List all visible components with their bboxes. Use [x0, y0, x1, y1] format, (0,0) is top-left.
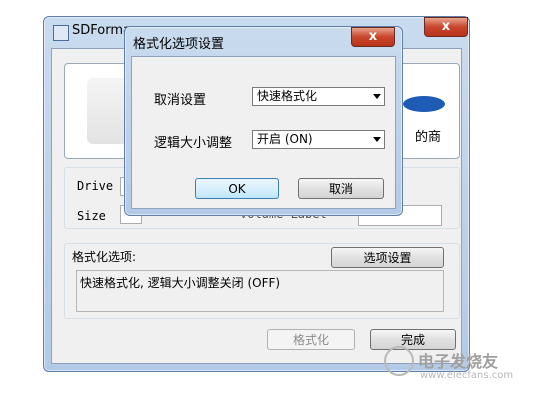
- format-options-dialog: 格式化选项设置 x 取消设置 快速格式化 逻辑大小调整 开启 (ON) OK 取…: [124, 26, 403, 216]
- option-settings-button[interactable]: 选项设置: [331, 247, 444, 268]
- chevron-down-icon: [373, 137, 381, 142]
- format-options-heading: 格式化选项:: [72, 250, 137, 264]
- app-icon: [53, 25, 69, 41]
- watermark-url: www.elecfans.com: [420, 370, 514, 381]
- size-label: Size: [77, 209, 106, 223]
- main-window-title: SDForma: [72, 23, 131, 38]
- watermark: 电子发烧友 www.elecfans.com: [380, 340, 530, 390]
- ok-button[interactable]: OK: [195, 178, 279, 199]
- logical-size-value: 开启 (ON): [257, 132, 313, 146]
- watermark-logo-icon: [384, 346, 414, 376]
- options-summary-box: 快速格式化, 逻辑大小调整关闭 (OFF): [76, 270, 444, 312]
- sd-logo-graphic: [403, 96, 445, 112]
- logical-size-select[interactable]: 开启 (ON): [252, 130, 385, 149]
- drive-label: Drive: [77, 179, 114, 193]
- option-settings-label: 选项设置: [363, 251, 412, 265]
- dialog-title: 格式化选项设置: [133, 37, 225, 52]
- cancel-button-label: 取消: [328, 182, 353, 196]
- format-button[interactable]: 格式化: [267, 329, 355, 350]
- dialog-close-button[interactable]: x: [351, 27, 395, 47]
- cancel-setting-label: 取消设置: [154, 93, 207, 108]
- dialog-client-area: 取消设置 快速格式化 逻辑大小调整 开启 (ON) OK 取消: [131, 56, 396, 209]
- main-close-button[interactable]: x: [424, 17, 468, 37]
- ok-button-label: OK: [228, 182, 246, 196]
- cancel-setting-select[interactable]: 快速格式化: [252, 87, 385, 106]
- logical-size-label: 逻辑大小调整: [154, 136, 233, 151]
- brand-text-partial: 的商: [415, 130, 442, 145]
- options-summary-text: 快速格式化, 逻辑大小调整关闭 (OFF): [80, 276, 281, 290]
- cancel-setting-value: 快速格式化: [257, 89, 318, 103]
- watermark-brand: 电子发烧友: [418, 352, 499, 371]
- close-icon: x: [368, 29, 378, 44]
- close-icon: x: [441, 19, 451, 34]
- cancel-button[interactable]: 取消: [298, 178, 384, 199]
- format-button-label: 格式化: [292, 333, 329, 347]
- chevron-down-icon: [373, 94, 381, 99]
